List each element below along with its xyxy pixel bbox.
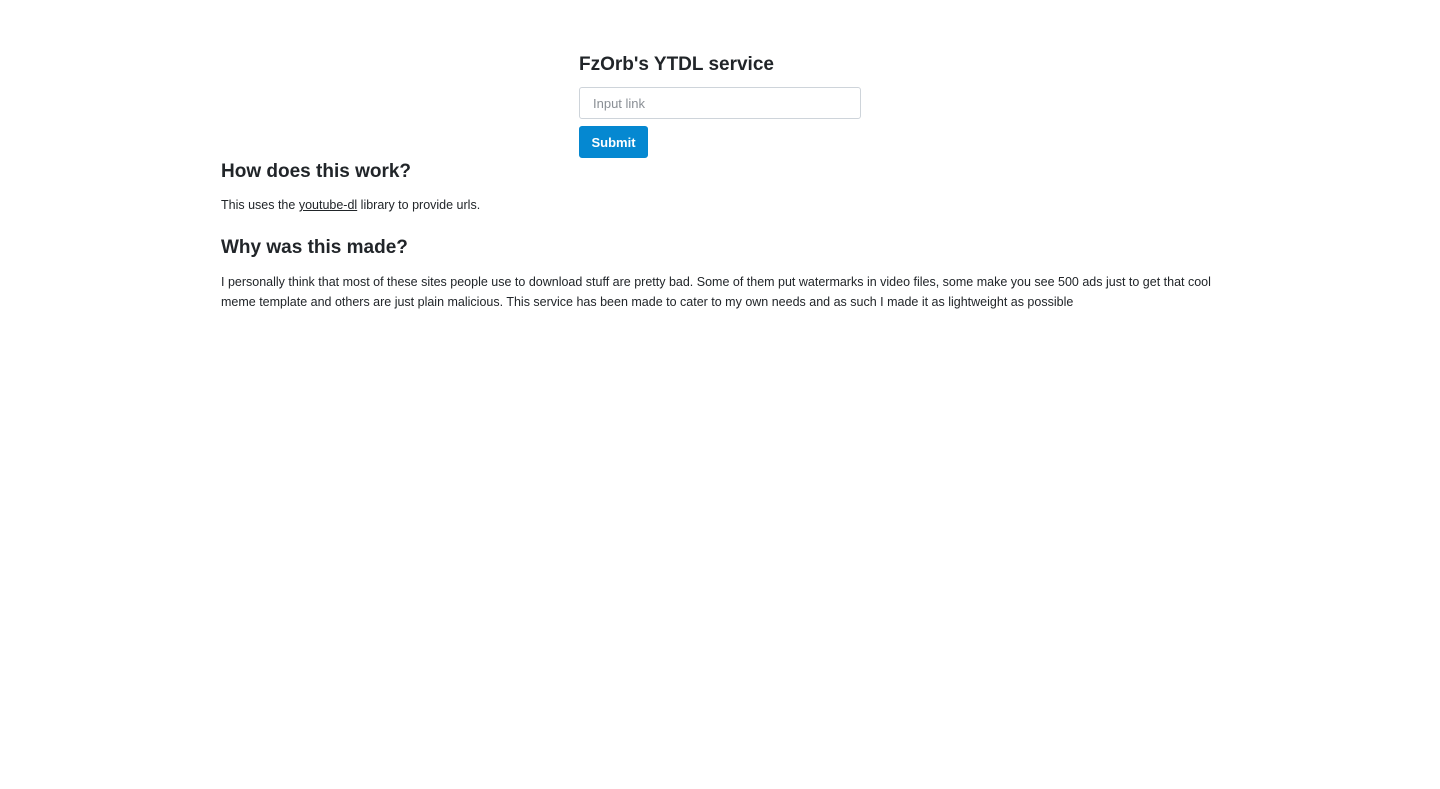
submit-button[interactable]: Submit [579,126,648,158]
link-input[interactable] [579,87,861,119]
how-text-before: This uses the [221,198,299,212]
why-text: I personally think that most of these si… [221,275,1211,309]
youtube-dl-link[interactable]: youtube-dl [299,198,357,212]
why-heading: Why was this made? [221,237,408,258]
page-title: FzOrb's YTDL service [579,54,774,75]
download-form: FzOrb's YTDL service Submit [579,52,861,158]
how-text-after: library to provide urls. [357,198,481,212]
how-heading: How does this work? [221,161,412,182]
info-content: How does this work? This uses the youtub… [221,159,1221,312]
how-text: This uses the youtube-dl library to prov… [221,195,1221,215]
